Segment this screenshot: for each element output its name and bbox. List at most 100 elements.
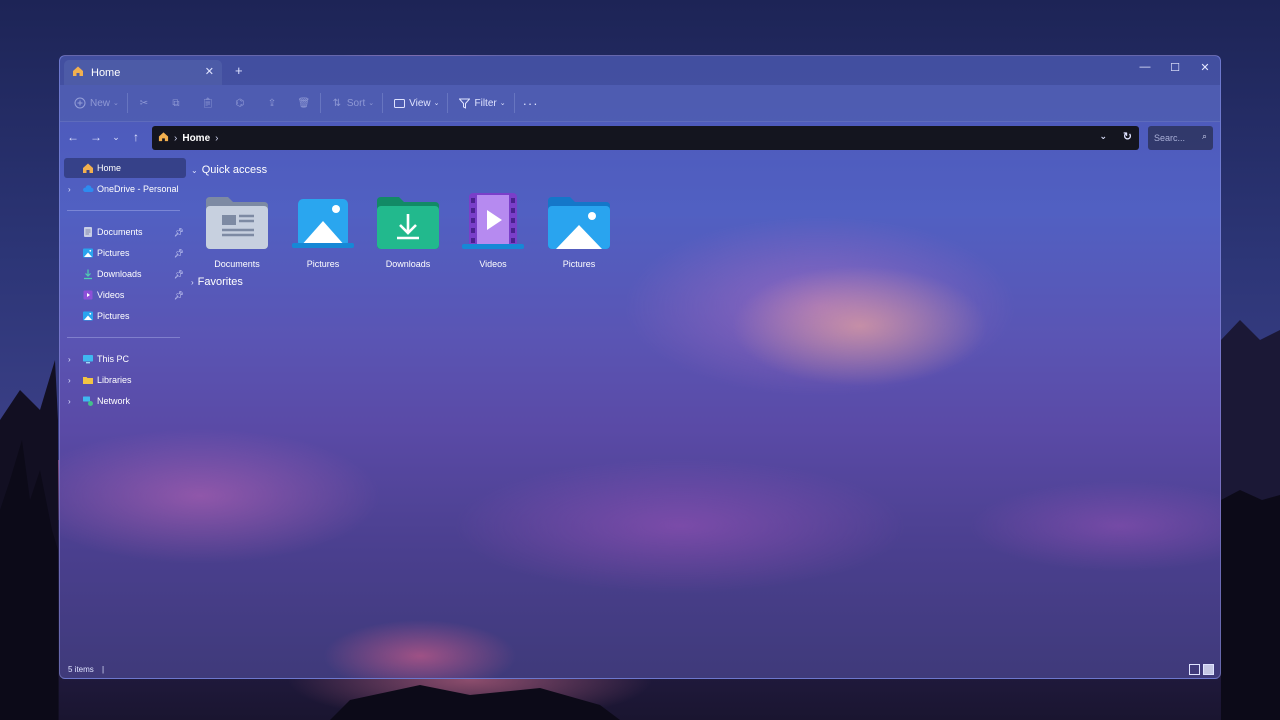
sort-button[interactable]: ⇅ Sort ⌄ — [329, 95, 374, 111]
sidebar-item-pictures[interactable]: Pictures 📌︎ — [64, 243, 186, 263]
new-button[interactable]: New ⌄ — [72, 95, 119, 111]
address-history-chevron-icon[interactable]: ⌄ — [1099, 131, 1107, 142]
close-icon[interactable]: ✕ — [205, 65, 214, 78]
filter-label: Filter — [474, 97, 497, 109]
sidebar-item-documents[interactable]: Documents 📌︎ — [64, 222, 186, 242]
sidebar-item-home[interactable]: Home — [64, 158, 186, 178]
tile-videos[interactable]: Videos — [453, 189, 533, 269]
command-bar: New ⌄ ✂ ⧉ 📋︎ ⌬ ⇪ 🗑︎ ⇅ Sort ⌄ View ⌄ Filt… — [60, 85, 1220, 122]
new-tab-button[interactable]: + — [235, 63, 243, 78]
sidebar-item-label: OneDrive - Personal — [97, 184, 179, 194]
tile-downloads[interactable]: Downloads — [368, 189, 448, 269]
chevron-right-icon[interactable]: › — [68, 185, 71, 194]
sidebar-item-label: Pictures — [97, 311, 130, 321]
forward-arrow-icon[interactable]: → — [89, 130, 103, 144]
more-options-button[interactable]: ··· — [523, 96, 539, 111]
favorites-header[interactable]: › Favorites — [191, 276, 243, 288]
title-bar: Home ✕ + — ☐ ✕ — [60, 56, 1220, 85]
chevron-down-icon: ⌄ — [191, 165, 198, 175]
new-label: New — [90, 97, 111, 109]
chevron-right-icon[interactable]: › — [68, 397, 71, 406]
picture-icon — [82, 310, 94, 322]
maximize-button[interactable]: ☐ — [1165, 61, 1185, 74]
rename-button[interactable]: ⌬ — [232, 95, 248, 111]
toolbar-divider — [319, 93, 321, 113]
quick-access-header[interactable]: ⌄ Quick access — [191, 164, 267, 176]
scissors-icon: ✂ — [139, 97, 149, 109]
toolbar-divider — [126, 93, 128, 113]
sidebar-item-label: Pictures — [97, 248, 130, 258]
chevron-down-icon: ⌄ — [499, 100, 506, 107]
download-icon — [82, 268, 94, 280]
copy-icon: ⧉ — [172, 97, 180, 109]
favorites-label: Favorites — [197, 276, 243, 288]
filter-icon — [456, 95, 472, 111]
refresh-icon[interactable]: ↻ — [1123, 130, 1132, 143]
network-icon — [82, 395, 94, 407]
chevron-right-icon: › — [191, 277, 194, 287]
sidebar-item-videos[interactable]: Videos 📌︎ — [64, 285, 186, 305]
address-row: ← → ⌄ ↑ › Home › ⌄ ↻ Searc... ⌕ — [60, 122, 1220, 152]
large-icons-view-icon[interactable] — [1203, 664, 1214, 675]
sidebar-item-libraries[interactable]: › Libraries — [64, 370, 186, 390]
home-icon — [72, 64, 84, 82]
tile-label: Pictures — [306, 259, 340, 269]
file-explorer-window: Home ✕ + — ☐ ✕ New ⌄ ✂ ⧉ 📋︎ ⌬ ⇪ 🗑︎ ⇅ Sor… — [59, 55, 1221, 679]
address-bar[interactable]: › Home › ⌄ ↻ — [152, 126, 1139, 150]
copy-button[interactable]: ⧉ — [168, 95, 184, 111]
filter-button[interactable]: Filter ⌄ — [456, 95, 506, 111]
pin-icon[interactable]: 📌︎ — [174, 291, 184, 300]
breadcrumb-separator: › — [215, 132, 219, 144]
tile-label: Videos — [479, 259, 507, 269]
status-bar: 5 items | — [68, 665, 104, 674]
sidebar-item-pictures-2[interactable]: Pictures — [64, 306, 186, 326]
sidebar-item-label: Documents — [97, 227, 143, 237]
folder-icon — [82, 374, 94, 386]
document-icon — [82, 226, 94, 238]
plus-circle-icon — [72, 95, 88, 111]
picture-icon — [82, 247, 94, 259]
chevron-right-icon[interactable]: › — [68, 355, 71, 364]
share-button[interactable]: ⇪ — [264, 95, 280, 111]
item-count: 5 items — [68, 665, 94, 674]
sidebar-divider — [67, 210, 180, 211]
pin-icon[interactable]: 📌︎ — [174, 249, 184, 258]
search-input[interactable]: Searc... ⌕ — [1148, 126, 1213, 150]
pin-icon[interactable]: 📌︎ — [174, 228, 184, 237]
tile-pictures[interactable]: Pictures — [283, 189, 363, 269]
delete-button[interactable]: 🗑︎ — [296, 95, 312, 111]
back-arrow-icon[interactable]: ← — [66, 130, 80, 144]
trash-icon: 🗑︎ — [297, 97, 311, 109]
sidebar-divider — [67, 337, 180, 338]
view-button[interactable]: View ⌄ — [391, 95, 439, 111]
pictures-folder-icon — [283, 189, 363, 251]
tab-title: Home — [91, 66, 121, 79]
documents-folder-icon — [197, 189, 277, 251]
recent-locations-chevron-icon[interactable]: ⌄ — [109, 132, 123, 143]
pin-icon[interactable]: 📌︎ — [174, 270, 184, 279]
sidebar-item-network[interactable]: › Network — [64, 391, 186, 411]
sidebar-item-label: Libraries — [97, 375, 132, 385]
details-view-icon[interactable] — [1189, 664, 1200, 675]
sidebar-item-this-pc[interactable]: › This PC — [64, 349, 186, 369]
paste-button[interactable]: 📋︎ — [200, 95, 216, 111]
close-window-button[interactable]: ✕ — [1195, 61, 1215, 74]
tab-home[interactable]: Home ✕ — [64, 60, 222, 85]
more-icon: ··· — [522, 95, 539, 111]
tile-documents[interactable]: Documents — [197, 189, 277, 269]
sidebar-item-downloads[interactable]: Downloads 📌︎ — [64, 264, 186, 284]
cloud-icon — [82, 183, 94, 195]
up-arrow-icon[interactable]: ↑ — [129, 130, 143, 144]
videos-folder-icon — [453, 189, 533, 251]
chevron-right-icon[interactable]: › — [68, 376, 71, 385]
minimize-button[interactable]: — — [1135, 61, 1155, 73]
share-icon: ⇪ — [267, 97, 277, 109]
cut-button[interactable]: ✂ — [136, 95, 152, 111]
tile-label: Pictures — [562, 259, 596, 269]
sort-label: Sort — [346, 97, 366, 109]
sidebar-item-onedrive[interactable]: › OneDrive - Personal — [64, 179, 186, 199]
tile-pictures-2[interactable]: Pictures — [539, 189, 619, 269]
status-separator: | — [102, 665, 105, 674]
breadcrumb-home[interactable]: Home — [182, 133, 210, 144]
search-placeholder: Searc... — [1154, 133, 1186, 143]
